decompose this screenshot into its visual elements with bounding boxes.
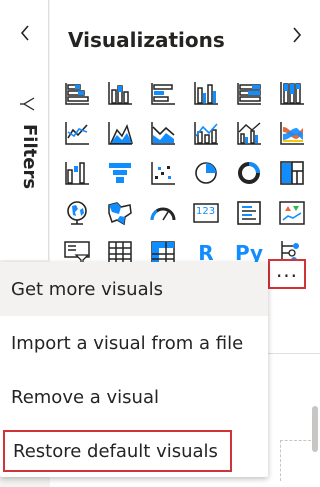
funnel-icon[interactable] [105, 158, 135, 188]
section-divider [268, 353, 320, 354]
card-icon[interactable]: 123 [191, 198, 221, 228]
treemap-icon[interactable] [277, 158, 307, 188]
scatter-chart-icon[interactable] [148, 158, 178, 188]
ellipsis-icon: ... [275, 258, 299, 282]
pie-chart-icon[interactable] [191, 158, 221, 188]
gauge-icon[interactable] [148, 198, 178, 228]
more-visuals-menu: Get more visuals Import a visual from a … [0, 262, 268, 477]
chevron-left-icon[interactable] [14, 22, 36, 44]
100-stacked-column-chart-icon[interactable] [277, 78, 307, 108]
filters-pane: Filters [0, 0, 49, 260]
menu-item-remove-visual[interactable]: Remove a visual [0, 370, 268, 424]
multi-row-card-icon[interactable] [234, 198, 264, 228]
card-label: 123 [196, 206, 216, 217]
menu-item-get-more-visuals[interactable]: Get more visuals [0, 262, 268, 316]
stacked-bar-chart-icon[interactable] [62, 78, 92, 108]
map-icon[interactable] [62, 198, 92, 228]
menu-item-restore-default-visuals[interactable]: Restore default visuals [3, 430, 232, 472]
menu-item-label: Import a visual from a file [11, 332, 244, 354]
menu-item-label: Remove a visual [11, 386, 159, 408]
filter-icon [18, 96, 36, 114]
filters-label[interactable]: Filters [19, 124, 40, 189]
filled-map-icon[interactable] [105, 198, 135, 228]
more-visuals-button[interactable]: ... [268, 259, 306, 289]
waterfall-chart-icon[interactable] [62, 158, 92, 188]
kpi-icon[interactable] [277, 198, 307, 228]
donut-chart-icon[interactable] [234, 158, 264, 188]
menu-item-import-visual[interactable]: Import a visual from a file [0, 316, 268, 370]
menu-item-label: Get more visuals [11, 278, 163, 300]
100-stacked-bar-chart-icon[interactable] [234, 78, 264, 108]
scrollbar[interactable] [312, 406, 318, 452]
drop-zone [280, 440, 311, 481]
area-chart-icon[interactable] [105, 118, 135, 148]
clustered-column-chart-icon[interactable] [191, 78, 221, 108]
clustered-bar-chart-icon[interactable] [148, 78, 178, 108]
line-and-stacked-column-chart-icon[interactable] [191, 118, 221, 148]
menu-item-label: Restore default visuals [13, 440, 218, 462]
line-and-clustered-column-chart-icon[interactable] [234, 118, 264, 148]
stacked-column-chart-icon[interactable] [105, 78, 135, 108]
chevron-right-icon[interactable] [286, 22, 308, 48]
visualizations-title: Visualizations [68, 28, 225, 52]
ribbon-chart-icon[interactable] [277, 118, 307, 148]
line-chart-icon[interactable] [62, 118, 92, 148]
stacked-area-chart-icon[interactable] [148, 118, 178, 148]
